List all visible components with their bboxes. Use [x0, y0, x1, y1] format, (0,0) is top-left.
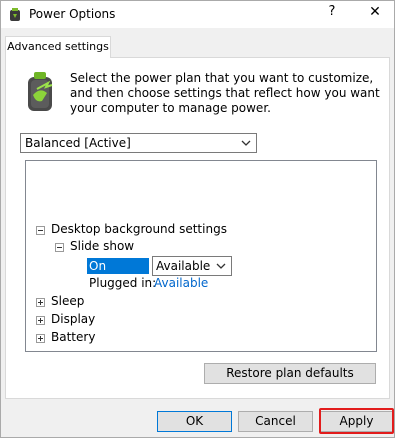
chevron-down-icon — [241, 140, 251, 146]
restore-plan-defaults-button[interactable]: Restore plan defaults — [204, 363, 376, 384]
advanced-settings-panel: Select the power plan that you want to c… — [5, 57, 390, 399]
power-plan-value: Balanced [Active] — [25, 136, 131, 150]
description-text: Select the power plan that you want to c… — [70, 71, 380, 115]
tree-item-sleep[interactable]: Sleep — [51, 293, 84, 310]
expand-icon[interactable] — [36, 298, 45, 307]
power-plan-dropdown[interactable]: Balanced [Active] — [20, 133, 257, 153]
expand-icon[interactable] — [36, 334, 45, 343]
on-battery-label[interactable]: On battery: — [87, 258, 149, 289]
tree-item-desktop-background[interactable]: Desktop background settings — [51, 221, 227, 238]
tree-item-battery[interactable]: Battery — [51, 329, 95, 346]
plugged-in-label: Plugged in: — [89, 276, 157, 290]
collapse-icon[interactable] — [36, 226, 45, 235]
tree-item-slide-show[interactable]: Slide show — [70, 238, 134, 255]
on-battery-dropdown[interactable]: Available — [152, 256, 232, 276]
chevron-down-icon — [216, 263, 226, 269]
cancel-button[interactable]: Cancel — [238, 411, 313, 432]
title-bar: Power Options ? ✕ — [1, 1, 394, 28]
tab-advanced-settings[interactable]: Advanced settings — [5, 36, 111, 58]
apply-button[interactable]: Apply — [319, 411, 394, 432]
tree-item-display[interactable]: Display — [51, 311, 95, 328]
power-options-dialog: Power Options ? ✕ Advanced settings Sele… — [0, 0, 395, 438]
settings-tree[interactable]: Desktop background settings Slide show O… — [25, 160, 377, 352]
collapse-icon[interactable] — [55, 243, 64, 252]
close-button[interactable]: ✕ — [365, 4, 385, 24]
plugged-in-value[interactable]: Available — [154, 275, 208, 292]
ok-button[interactable]: OK — [157, 411, 232, 432]
power-plan-icon — [10, 8, 20, 21]
on-battery-value: Available — [156, 259, 211, 273]
help-button[interactable]: ? — [323, 4, 341, 24]
battery-plan-icon — [28, 72, 53, 111]
expand-icon[interactable] — [36, 316, 45, 325]
window-title: Power Options — [29, 7, 116, 21]
